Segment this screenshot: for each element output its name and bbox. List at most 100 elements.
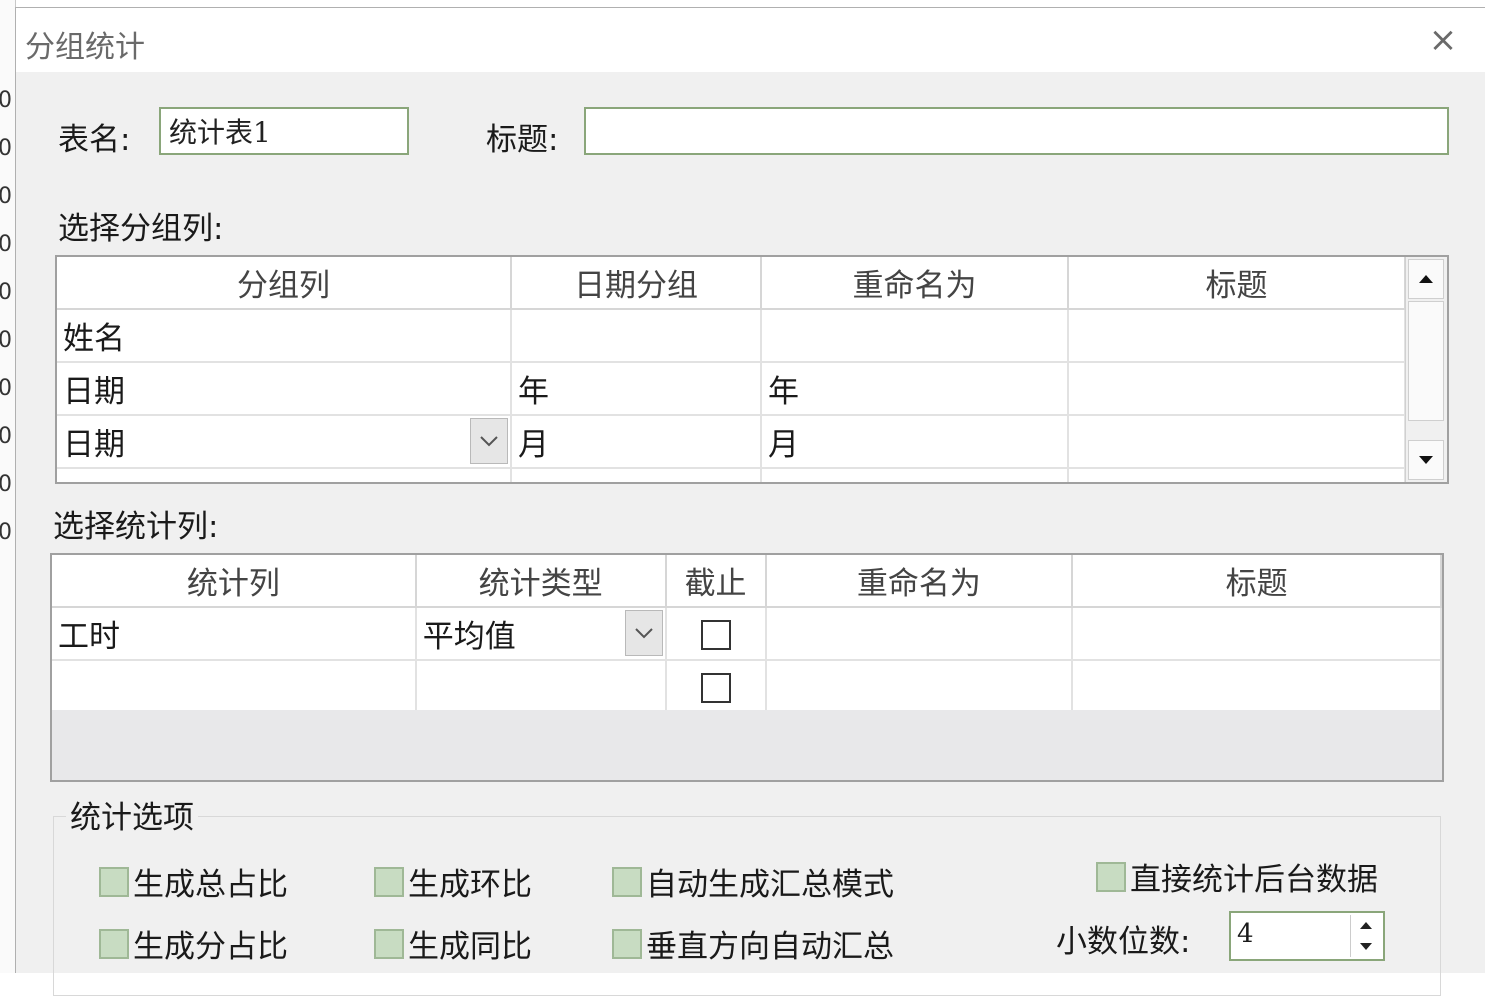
- checkbox[interactable]: [99, 866, 129, 897]
- table-name-label: 表名:: [58, 122, 131, 158]
- bg-cell-text: 0: [0, 232, 12, 257]
- header-date-group[interactable]: 日期分组: [511, 257, 762, 310]
- cell-rename[interactable]: [761, 309, 1069, 363]
- header-title[interactable]: 标题: [1072, 555, 1442, 608]
- option-gen-sub-ratio[interactable]: 生成分占比: [99, 921, 288, 966]
- checkbox[interactable]: [374, 928, 404, 959]
- cell-empty[interactable]: [511, 468, 762, 482]
- cell-rename[interactable]: 月: [761, 415, 1069, 469]
- header-group-column[interactable]: 分组列: [57, 257, 512, 310]
- cell-empty[interactable]: [57, 468, 512, 482]
- bg-cell-text: 0: [0, 136, 12, 161]
- stat-columns-table: 统计列 统计类型 截止 重命名为 标题 工时 平均值: [52, 555, 1442, 714]
- cell-empty[interactable]: [761, 468, 1069, 482]
- cell-group-column[interactable]: 姓名: [57, 309, 512, 363]
- cell-stat-type-dropdown[interactable]: 平均值: [415, 607, 667, 661]
- option-label: 生成总占比: [133, 867, 288, 903]
- table-name-input[interactable]: [159, 107, 409, 155]
- checkbox[interactable]: [612, 866, 642, 897]
- scroll-thumb[interactable]: [1408, 301, 1444, 421]
- cell-stat-type[interactable]: [415, 660, 667, 714]
- dropdown-button[interactable]: [624, 610, 663, 656]
- cell-title[interactable]: [1068, 309, 1406, 363]
- group-columns-grid[interactable]: 分组列 日期分组 重命名为 标题 姓名 日期 年 年 日期 月 月: [55, 255, 1449, 484]
- table-row[interactable]: [52, 660, 1442, 714]
- cell-date-group[interactable]: 月: [511, 415, 762, 469]
- option-vertical-auto-summary[interactable]: 垂直方向自动汇总: [612, 921, 894, 966]
- cell-date-group[interactable]: [511, 309, 762, 363]
- option-direct-backend-stats[interactable]: 直接统计后台数据: [1096, 854, 1378, 899]
- grid-empty-area: [52, 710, 1442, 780]
- group-columns-table: 分组列 日期分组 重命名为 标题 姓名 日期 年 年 日期 月 月: [57, 257, 1406, 482]
- option-label: 生成分占比: [133, 929, 288, 965]
- cell-rename[interactable]: [765, 607, 1074, 661]
- cell-stat-column[interactable]: 工时: [52, 607, 417, 661]
- table-row[interactable]: 工时 平均值: [52, 607, 1442, 661]
- table-row[interactable]: 日期 月 月: [57, 415, 1406, 469]
- option-label: 自动生成汇总模式: [646, 867, 894, 903]
- title-bar[interactable]: 分组统计 ×: [16, 8, 1485, 72]
- bg-cell-text: 0: [0, 184, 12, 209]
- table-row[interactable]: 姓名: [57, 309, 1406, 363]
- stat-options-title: 统计选项: [66, 792, 198, 837]
- vertical-scrollbar[interactable]: [1405, 257, 1447, 482]
- stat-columns-grid[interactable]: 统计列 统计类型 截止 重命名为 标题 工时 平均值: [50, 553, 1444, 782]
- group-section-label: 选择分组列:: [58, 211, 224, 247]
- checkbox[interactable]: [612, 928, 642, 959]
- title-input[interactable]: [584, 107, 1449, 155]
- header-cutoff[interactable]: 截止: [665, 555, 767, 608]
- cell-title[interactable]: [1072, 660, 1442, 714]
- bg-cell-text: 0: [0, 472, 12, 497]
- spinner-buttons: [1350, 915, 1381, 957]
- decimal-places-spinner[interactable]: 4: [1229, 911, 1385, 961]
- option-label: 生成同比: [408, 929, 532, 965]
- cell-rename[interactable]: [765, 660, 1074, 714]
- header-rename[interactable]: 重命名为: [765, 555, 1074, 608]
- cutoff-checkbox[interactable]: [700, 620, 731, 650]
- option-gen-mom[interactable]: 生成环比: [374, 859, 532, 904]
- header-title[interactable]: 标题: [1068, 257, 1406, 310]
- checkbox[interactable]: [99, 928, 129, 959]
- spinner-value[interactable]: 4: [1237, 919, 1254, 949]
- close-icon: ×: [1428, 20, 1458, 60]
- cutoff-checkbox[interactable]: [700, 673, 731, 703]
- option-auto-summary-mode[interactable]: 自动生成汇总模式: [612, 859, 894, 904]
- header-stat-column[interactable]: 统计列: [52, 555, 417, 608]
- bg-cell-text: 0: [0, 424, 12, 449]
- table-row[interactable]: 日期 年 年: [57, 362, 1406, 416]
- dialog-title: 分组统计: [25, 30, 145, 65]
- scroll-up-button[interactable]: [1408, 259, 1444, 299]
- cell-title[interactable]: [1072, 607, 1442, 661]
- bg-cell-text: 0: [0, 376, 12, 401]
- cell-group-column-dropdown[interactable]: 日期: [57, 415, 512, 469]
- option-gen-yoy[interactable]: 生成同比: [374, 921, 532, 966]
- triangle-down-icon: [1360, 943, 1372, 950]
- close-button[interactable]: ×: [1425, 20, 1461, 60]
- triangle-up-icon: [1419, 275, 1433, 283]
- spin-down-button[interactable]: [1351, 936, 1381, 957]
- cell-empty[interactable]: [1068, 468, 1406, 482]
- cell-group-column[interactable]: 日期: [57, 362, 512, 416]
- dropdown-button[interactable]: [470, 418, 508, 464]
- header-rename[interactable]: 重命名为: [761, 257, 1069, 310]
- checkbox[interactable]: [374, 866, 404, 897]
- bg-cell-text: 0: [0, 88, 12, 113]
- scroll-down-button[interactable]: [1408, 440, 1444, 480]
- option-gen-total-ratio[interactable]: 生成总占比: [99, 859, 288, 904]
- stat-options-group: [53, 816, 1441, 996]
- spin-up-button[interactable]: [1351, 915, 1381, 936]
- table-row[interactable]: [57, 468, 1406, 482]
- stat-section-label: 选择统计列:: [53, 509, 219, 545]
- cell-rename[interactable]: 年: [761, 362, 1069, 416]
- triangle-up-icon: [1360, 922, 1372, 929]
- cell-date-group[interactable]: 年: [511, 362, 762, 416]
- header-stat-type[interactable]: 统计类型: [415, 555, 667, 608]
- checkbox[interactable]: [1096, 861, 1126, 892]
- option-label: 垂直方向自动汇总: [646, 929, 894, 965]
- cell-stat-column[interactable]: [52, 660, 417, 714]
- option-label: 直接统计后台数据: [1130, 862, 1378, 898]
- cell-cutoff: [665, 607, 767, 661]
- cell-title[interactable]: [1068, 362, 1406, 416]
- chevron-down-icon: [634, 628, 653, 639]
- cell-title[interactable]: [1068, 415, 1406, 469]
